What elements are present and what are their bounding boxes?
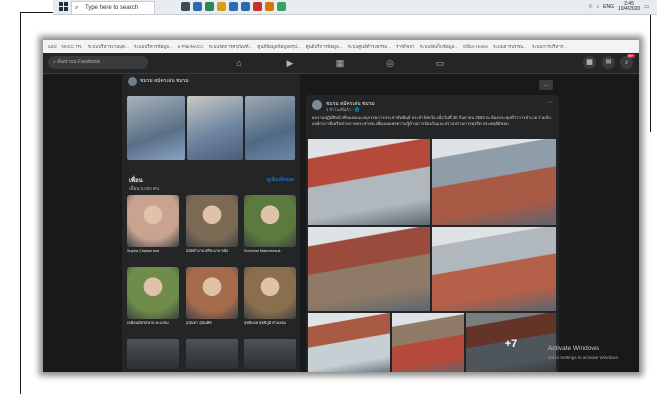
see-all-friends-link[interactable]: ดูเพื่อนทั้งหมด [267, 176, 294, 183]
friend-name[interactable]: Somchai Manmeesuk [244, 249, 296, 259]
post-photo[interactable] [308, 227, 430, 311]
messenger-icon[interactable]: ✉ [602, 56, 615, 69]
taskbar-search-placeholder: Type here to search [85, 5, 139, 11]
bookmark-item[interactable]: ศูนย์ข้อมูลข้อมูลสรุป... [257, 44, 300, 49]
friend-tile[interactable]: สุทธิพงษ์ สุทธิภูมิ ตำแหน่ง [244, 267, 296, 331]
marketplace-icon[interactable]: ▦ [335, 58, 345, 68]
post-photo[interactable] [432, 227, 556, 311]
activate-windows-title: Activate Windows [548, 345, 600, 352]
bookmark-item[interactable]: ระบบจัดการครุภัณฑ์... [209, 44, 253, 49]
group-photo-2[interactable] [187, 96, 243, 160]
friend-name[interactable]: เหมือนมิตรสหาย ทะเลชม [127, 321, 179, 331]
language-indicator[interactable]: ENG [603, 4, 614, 10]
gaming-icon[interactable]: ▭ [435, 58, 445, 68]
facebook-search-placeholder: ค้นหาบน Facebook [57, 59, 101, 65]
clock-date: 10/4/2020 [618, 6, 641, 12]
post-timestamp[interactable]: 3 ชั่วโมงที่แล้ว · 🌐 [326, 106, 359, 113]
friend-photo[interactable] [244, 267, 296, 319]
post-author-avatar[interactable] [312, 100, 322, 110]
home-icon[interactable]: ⌂ [234, 58, 244, 68]
more-menu-button[interactable]: ... [539, 80, 553, 90]
group-photo-1[interactable] [127, 96, 185, 160]
friend-photo[interactable] [186, 339, 238, 369]
friend-photo[interactable] [127, 339, 179, 369]
bookmark-item[interactable]: ระบบบริหารข้อมูล... [134, 44, 173, 49]
clock[interactable]: 2:45 10/4/2020 [618, 2, 640, 12]
post-photo[interactable] [432, 139, 556, 225]
system-tray: ⌔ ♪ ENG 2:45 10/4/2020 ▭ [588, 1, 649, 13]
groups-icon[interactable]: ◎ [385, 58, 395, 68]
friends-count: เพื่อน 5,094 คน [129, 186, 160, 191]
pointer-line-vertical [20, 12, 21, 394]
friend-name[interactable]: Supha Chaisai and [127, 249, 179, 259]
taskbar-app-icon[interactable] [277, 2, 286, 11]
windows-start-icon[interactable] [59, 2, 69, 12]
more-photos-overlay[interactable]: +7 [466, 313, 556, 372]
bookmark-item[interactable]: แอป [48, 44, 56, 49]
friend-name[interactable]: สุทธิพงษ์ สุทธิภูมิ ตำแหน่ง [244, 321, 296, 331]
taskbar-app-icon[interactable] [205, 2, 214, 11]
group-photo-3[interactable] [245, 96, 295, 160]
menu-grid-icon[interactable]: ▦ [583, 56, 596, 69]
bookmarks-bar: แอป NACC TR. ระบบบริหารงานบุค... ระบบบริหาร… [43, 40, 639, 53]
friends-title: เพื่อน [129, 178, 143, 184]
bookmark-item[interactable]: ศูนย์บริการข้อมูล... [306, 44, 343, 49]
bookmark-item[interactable]: ระบบบริหารงานบุค... [88, 44, 129, 49]
friend-tile[interactable]: Somchai Manmeesuk [244, 195, 296, 259]
group-avatar [128, 77, 137, 86]
taskbar-app-icon[interactable] [241, 2, 250, 11]
bookmark-item[interactable]: Office Home [463, 44, 488, 49]
friend-photo[interactable] [244, 195, 296, 247]
friends-card: เพื่อน เพื่อน 5,094 คน ดูเพื่อนทั้งหมด S… [122, 169, 300, 372]
post-photo[interactable] [392, 313, 464, 372]
taskbar-search-input[interactable]: ⌕ Type here to search [71, 1, 155, 15]
notification-badge: 99+ [627, 54, 635, 58]
screen-photo: แอป NACC TR. ระบบบริหารงานบุค... ระบบบริหาร… [43, 40, 639, 372]
post-photo[interactable] [308, 139, 430, 225]
windows-taskbar: ⌕ Type here to search ⌔ ♪ ENG 2:45 10/4/… [53, 0, 657, 15]
bookmark-item[interactable]: ราชกิจจา [396, 44, 415, 49]
taskbar-app-icon[interactable] [217, 2, 226, 11]
taskbar-app-icon[interactable] [229, 2, 238, 11]
post-photo[interactable] [308, 313, 390, 372]
post-card: ชมรม สมัครเล่น ชมรม 3 ชั่วโมงที่แล้ว · 🌐… [306, 95, 559, 372]
search-icon: ⌕ [53, 59, 56, 65]
friend-photo[interactable] [244, 339, 296, 369]
friend-name[interactable]: สมัยทำงาน ศรีสะเกษ หนึ่ง [186, 249, 238, 259]
notification-icon[interactable]: ▭ [644, 4, 649, 10]
taskbar-app-icon[interactable] [181, 2, 190, 11]
wifi-icon[interactable]: ⌔ [588, 4, 593, 10]
bookmark-item[interactable]: e-PlanNACC [178, 44, 204, 49]
friend-photo[interactable] [186, 267, 238, 319]
friend-photo[interactable] [186, 195, 238, 247]
group-name: ชมรม สมัครเล่น ชมรม [140, 78, 189, 84]
facebook-search-input[interactable]: ⌕ ค้นหาบน Facebook [48, 56, 148, 69]
friend-tile[interactable]: Supha Chaisai and [127, 195, 179, 259]
friend-photo[interactable] [127, 267, 179, 319]
activate-windows-subtitle: Go to Settings to activate Windows. [548, 355, 620, 360]
taskbar-app-icon[interactable] [193, 2, 202, 11]
friend-tile[interactable]: เหมือนมิตรสหาย ทะเลชม [127, 267, 179, 331]
friend-name[interactable]: สุนันทา สุนันทิศ [186, 321, 238, 331]
search-icon: ⌕ [75, 5, 79, 11]
volume-icon[interactable]: ♪ [597, 4, 600, 10]
watch-icon[interactable]: ▶ [285, 58, 295, 68]
bookmark-item[interactable]: ระบบการบริหาร... [532, 44, 567, 49]
post-text: ผลงานปฏิบัติหน้าที่ของคณะอนุกรรมการประชา… [312, 115, 551, 126]
pointer-line-right [650, 12, 651, 132]
taskbar-app-icon[interactable] [265, 2, 274, 11]
bookmark-item[interactable]: NACC TR. [61, 44, 82, 49]
facebook-top-bar: ⌕ ค้นหาบน Facebook ⌂ ▶ ▦ ◎ ▭ ▦ ✉ ♪ 99+ [43, 53, 639, 74]
friend-photo[interactable] [127, 195, 179, 247]
post-options-icon[interactable]: ··· [546, 99, 553, 106]
taskbar-app-icon[interactable] [253, 2, 262, 11]
bookmark-item[interactable]: ระบบจัดเก็บข้อมูล... [420, 44, 458, 49]
bookmark-item[interactable]: ระบบสารบรรณ... [493, 44, 527, 49]
bookmark-item[interactable]: ระบบศูนย์ดำรงธรรม... [348, 44, 391, 49]
friend-tile[interactable]: สุนันทา สุนันทิศ [186, 267, 238, 331]
friend-tile[interactable]: สมัยทำงาน ศรีสะเกษ หนึ่ง [186, 195, 238, 259]
